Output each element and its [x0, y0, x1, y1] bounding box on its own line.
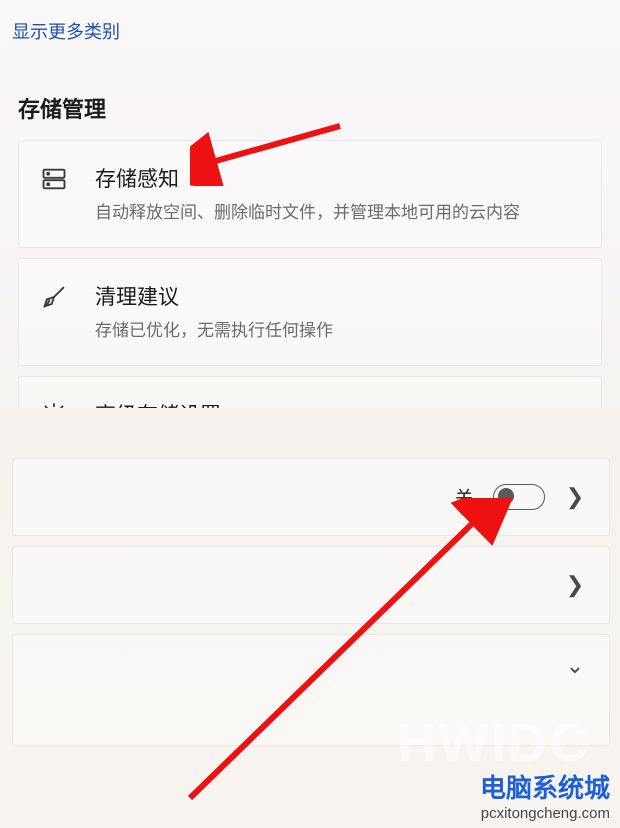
- chevron-right-icon: ❯: [565, 484, 585, 510]
- cleanup-title: 清理建议: [95, 281, 583, 311]
- storage-icon: [37, 163, 71, 193]
- storage-sense-card[interactable]: 存储感知 自动释放空间、删除临时文件，并管理本地可用的云内容: [18, 140, 602, 248]
- chevron-right-icon: ❯: [565, 572, 585, 598]
- cleanup-subtitle: 存储已优化，无需执行任何操作: [95, 319, 583, 343]
- storage-sense-title: 存储感知: [95, 163, 583, 193]
- cleanup-recommendations-card[interactable]: 清理建议 存储已优化，无需执行任何操作: [18, 258, 602, 366]
- show-more-categories-link[interactable]: 显示更多类别: [12, 18, 120, 44]
- expand-panel-1[interactable]: ❯: [12, 546, 610, 624]
- broom-icon: [37, 281, 71, 311]
- storage-management-heading: 存储管理: [18, 92, 608, 124]
- toggle-switch[interactable]: [493, 484, 545, 510]
- chevron-down-icon: ⌄: [565, 653, 585, 679]
- expand-panel-2[interactable]: ⌄: [12, 634, 610, 746]
- toggle-panel[interactable]: 关 ❯: [12, 458, 610, 536]
- toggle-state-label: 关: [455, 484, 473, 510]
- storage-sense-subtitle: 自动释放空间、删除临时文件，并管理本地可用的云内容: [95, 201, 583, 225]
